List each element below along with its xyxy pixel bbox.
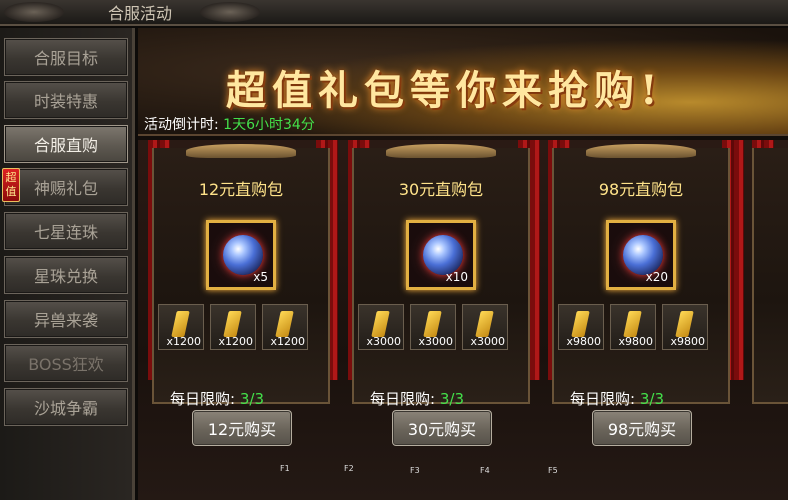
reward-slot[interactable]: x9800	[662, 304, 708, 350]
sidebar-item-label: 时装特惠	[33, 92, 98, 111]
fkey-hint: F3	[410, 466, 420, 475]
purchase-limit: 每日限购: 3/3	[370, 388, 530, 409]
sidebar-item-star-exchange[interactable]: 星珠兑换	[4, 256, 128, 294]
crown-ornament-icon	[586, 144, 696, 158]
pack-card-98: 98元直购包 x20 x9800 x9800 x9800 每日限购: 3/3 9…	[552, 144, 730, 446]
sidebar-item-fashion-sale[interactable]: 时装特惠	[4, 81, 128, 119]
pack-title: 98元直购包	[598, 180, 684, 199]
purchase-limit: 每日限购: 3/3	[170, 388, 330, 409]
countdown-label: 活动倒计时:	[144, 117, 219, 133]
sidebar-item-god-gift[interactable]: 神赐礼包	[4, 168, 128, 206]
sidebar-item-boss-carnival[interactable]: BOSS狂欢	[4, 344, 128, 382]
countdown: 活动倒计时: 1天6小时34分	[144, 114, 315, 134]
reward-slot[interactable]: x9800	[558, 304, 604, 350]
orb-icon	[623, 235, 663, 275]
reward-slot[interactable]: x3000	[462, 304, 508, 350]
slot-qty: x1200	[166, 335, 201, 348]
crown-ornament-icon	[386, 144, 496, 158]
sidebar-item-direct-buy[interactable]: 合服直购	[4, 125, 128, 163]
pack-card-partial	[752, 148, 788, 404]
hot-badge: 超值	[2, 168, 20, 202]
limit-label: 每日限购:	[570, 390, 636, 408]
gold-ticket-icon	[623, 311, 642, 337]
sidebar-item-seven-stars[interactable]: 七星连珠	[4, 212, 128, 250]
purchase-limit: 每日限购: 3/3	[570, 388, 730, 409]
sidebar-item-label: 合服目标	[33, 49, 98, 68]
gold-ticket-icon	[423, 311, 442, 337]
promo-banner: 超值礼包等你来抢购! 活动倒计时: 1天6小时34分	[138, 28, 788, 136]
buy-button-12[interactable]: 12元购买	[192, 410, 292, 446]
gold-ticket-icon	[371, 311, 390, 337]
main-reward-slot[interactable]: x10	[406, 220, 476, 290]
reward-slot[interactable]: x1200	[158, 304, 204, 350]
gold-ticket-icon	[223, 311, 242, 337]
sidebar-item-beast-attack[interactable]: 异兽来袭	[4, 300, 128, 338]
gold-ticket-icon	[171, 311, 190, 337]
gold-ticket-icon	[475, 311, 494, 337]
sidebar-item-label: 星珠兑换	[33, 267, 98, 286]
fkey-hint: F1	[280, 464, 290, 473]
reward-slot[interactable]: x3000	[410, 304, 456, 350]
window-title: 合服活动	[108, 4, 173, 23]
crown-ornament-icon	[186, 144, 296, 158]
slot-qty: x9800	[566, 335, 601, 348]
banner-headline: 超值礼包等你来抢购!	[226, 67, 664, 114]
countdown-value: 1天6小时34分	[223, 117, 315, 133]
reward-slot[interactable]: x3000	[358, 304, 404, 350]
pack-card-30: 30元直购包 x10 x3000 x3000 x3000 每日限购: 3/3 3…	[352, 144, 530, 446]
sidebar-item-label: 沙城争霸	[33, 399, 98, 418]
orb-icon	[423, 235, 463, 275]
limit-value: 3/3	[239, 390, 264, 408]
sidebar-item-label: BOSS狂欢	[28, 355, 104, 374]
gold-ticket-icon	[275, 311, 294, 337]
gold-ticket-icon	[571, 311, 590, 337]
reward-slot[interactable]: x1200	[210, 304, 256, 350]
reward-slot[interactable]: x9800	[610, 304, 656, 350]
sidebar-item-label: 异兽来袭	[33, 311, 98, 330]
main-reward-slot[interactable]: x20	[606, 220, 676, 290]
slot-qty: x9800	[670, 335, 705, 348]
sidebar-item-castle-siege[interactable]: 沙城争霸	[4, 388, 128, 426]
ornament-icon	[4, 2, 64, 22]
slot-qty: x1200	[218, 335, 253, 348]
sidebar: 合服目标 时装特惠 合服直购 神赐礼包 七星连珠 星珠兑换 异兽来袭 BOSS狂…	[0, 28, 135, 500]
slot-qty: x9800	[618, 335, 653, 348]
pack-frame	[752, 148, 788, 404]
limit-value: 3/3	[439, 390, 464, 408]
sidebar-item-label: 合服直购	[33, 136, 98, 155]
title-bar: 合服活动	[0, 0, 788, 26]
slot-qty: x3000	[418, 335, 453, 348]
limit-value: 3/3	[639, 390, 664, 408]
pack-title: 30元直购包	[398, 180, 484, 199]
reward-qty: x10	[445, 270, 468, 284]
reward-slot[interactable]: x1200	[262, 304, 308, 350]
reward-qty: x5	[253, 270, 268, 284]
ornament-icon	[200, 2, 260, 22]
gold-ticket-icon	[675, 311, 694, 337]
fkey-hint: F2	[344, 464, 354, 473]
orb-icon	[223, 235, 263, 275]
main-panel: 超值礼包等你来抢购! 活动倒计时: 1天6小时34分 12元直购包 x5 x12…	[138, 28, 788, 500]
limit-label: 每日限购:	[170, 390, 236, 408]
fkey-hint: F4	[480, 466, 490, 475]
pack-card-12: 12元直购包 x5 x1200 x1200 x1200 每日限购: 3/3 12…	[152, 144, 330, 446]
sidebar-item-label: 神赐礼包	[33, 179, 98, 198]
reward-qty: x20	[645, 270, 668, 284]
slot-qty: x3000	[366, 335, 401, 348]
buy-button-30[interactable]: 30元购买	[392, 410, 492, 446]
limit-label: 每日限购:	[370, 390, 436, 408]
pack-title: 12元直购包	[198, 180, 284, 199]
slot-qty: x3000	[470, 335, 505, 348]
main-reward-slot[interactable]: x5	[206, 220, 276, 290]
buy-button-98[interactable]: 98元购买	[592, 410, 692, 446]
fkey-hint: F5	[548, 466, 558, 475]
sidebar-item-label: 七星连珠	[33, 223, 98, 242]
slot-qty: x1200	[270, 335, 305, 348]
sidebar-item-merge-goal[interactable]: 合服目标	[4, 38, 128, 76]
